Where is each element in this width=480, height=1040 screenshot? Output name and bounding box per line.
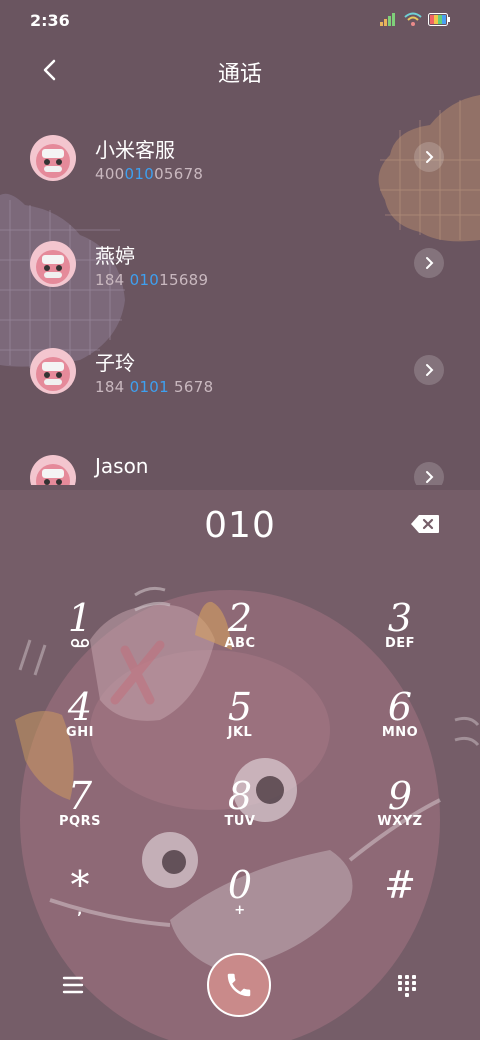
key-digit: * [70,863,90,907]
contact-item[interactable]: 燕婷 184 01015689 [0,221,480,311]
number-suffix: 15689 [159,271,209,289]
key-digit: 3 [387,596,413,640]
avatar [30,241,76,287]
contact-item[interactable]: Jason [0,435,480,485]
contact-number: 40001005678 [95,165,203,183]
key-letters: TUV [224,814,256,829]
key-0[interactable]: 0 + [180,863,300,943]
keypad-toggle-button[interactable] [392,970,422,1000]
call-button[interactable] [207,953,271,1017]
key-6[interactable]: 6 MNO [340,685,460,765]
key-2[interactable]: 2 ABC [180,596,300,676]
key-star[interactable]: * , [20,863,140,943]
contact-name: Jason [95,454,149,478]
key-digit: 5 [227,685,253,729]
key-1[interactable]: 1 [20,596,140,676]
number-suffix: 5678 [168,378,214,396]
number-prefix: 184 [95,271,130,289]
chevron-right-icon [426,364,434,376]
key-digit: 8 [227,774,253,818]
contact-number: 184 0101 5678 [95,378,213,396]
key-letters: , [77,903,83,918]
contact-detail-button[interactable] [414,248,444,278]
key-letters: JKL [227,725,253,740]
key-letters: WXYZ [377,814,423,829]
key-digit: 7 [67,774,93,818]
voicemail-icon [70,638,90,648]
key-9[interactable]: 9 WXYZ [340,774,460,854]
contact-item[interactable]: 小米客服 40001005678 [0,115,480,205]
status-icons [380,12,450,26]
number-suffix: 05678 [154,165,204,183]
signal-icon [380,13,395,26]
key-digit: 2 [227,596,253,640]
contact-name: 小米客服 [95,138,175,162]
contact-item[interactable]: 子玲 184 0101 5678 [0,328,480,418]
number-match: 0101 [129,378,169,396]
avatar [30,348,76,394]
key-letters: GHI [66,725,94,740]
key-letters: MNO [381,725,419,740]
keypad-icon [398,975,416,997]
key-letters: DEF [384,636,416,651]
key-5[interactable]: 5 JKL [180,685,300,765]
backspace-button[interactable] [410,514,444,540]
number-prefix: 184 [95,378,130,396]
key-4[interactable]: 4 GHI [20,685,140,765]
menu-button[interactable] [58,970,88,1000]
avatar [30,455,76,485]
wifi-icon [404,12,422,26]
contact-number: 184 01015689 [95,271,208,289]
chevron-right-icon [426,151,434,163]
key-7[interactable]: 7 PQRS [20,774,140,854]
avatar [30,135,76,181]
key-digit: 4 [67,685,93,729]
number-match: 010 [124,165,155,183]
key-hash[interactable]: # [340,863,460,943]
contact-list[interactable]: 小米客服 40001005678 燕婷 184 01015689 子玲 184 … [0,115,480,485]
key-digit: 9 [387,774,413,818]
dial-input: 010 [204,505,276,546]
page-title: 通话 [217,62,262,87]
key-digit: 0 [227,863,253,907]
phone-icon [227,973,251,997]
key-digit: 6 [387,685,413,729]
contact-name: 子玲 [95,351,135,375]
menu-icon [62,976,84,994]
chevron-right-icon [426,257,434,269]
backspace-icon [411,515,439,533]
status-time: 2:36 [30,11,70,30]
key-letters: ABC [224,636,256,651]
key-8[interactable]: 8 TUV [180,774,300,854]
contact-detail-button[interactable] [414,462,444,485]
key-digit: # [384,863,416,907]
key-letters: + [234,903,246,918]
contact-detail-button[interactable] [414,142,444,172]
contact-name: 燕婷 [95,244,135,268]
battery-icon [428,12,450,26]
number-match: 010 [129,271,160,289]
key-3[interactable]: 3 DEF [340,596,460,676]
status-bar: 2:36 [0,0,480,40]
chevron-right-icon [426,471,434,483]
contact-detail-button[interactable] [414,355,444,385]
number-prefix: 400 [95,165,125,183]
key-digit: 1 [67,596,93,640]
key-letters: PQRS [59,814,101,829]
